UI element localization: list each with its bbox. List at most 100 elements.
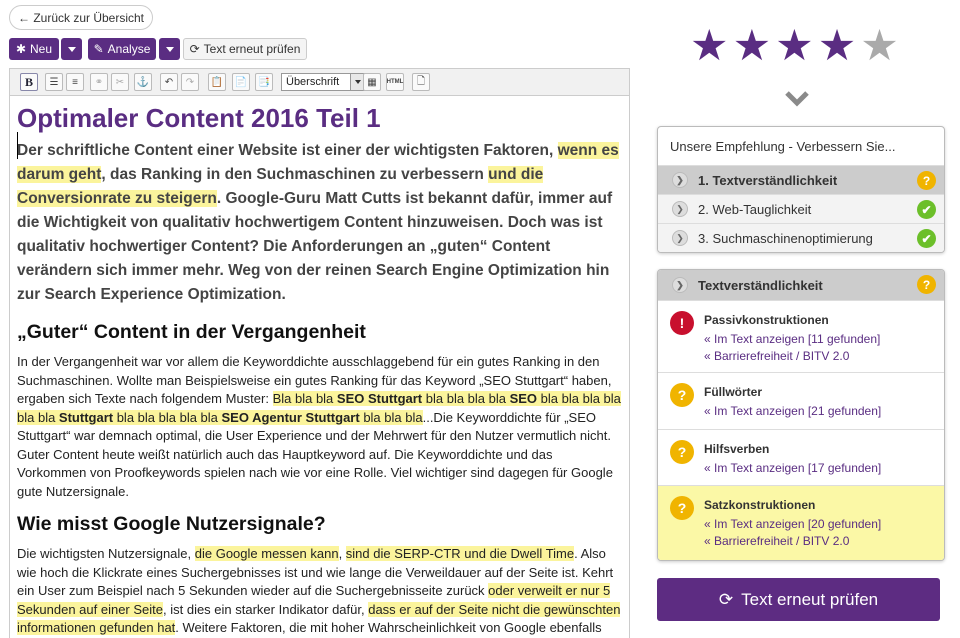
chevron-right-icon: ❯ — [672, 230, 688, 246]
star-icon: ★ — [690, 22, 729, 70]
recommendation-item-seo[interactable]: ❯ 3. Suchmaschinenoptimierung ✔ — [658, 223, 944, 252]
refresh-icon: ⟳ — [189, 42, 200, 56]
chevron-right-icon: ❯ — [672, 172, 688, 188]
undo-icon[interactable]: ↶ — [160, 73, 178, 91]
new-document-icon[interactable]: 🗋 — [412, 73, 430, 91]
check-icon: ✔ — [917, 229, 936, 248]
check-icon: ✔ — [917, 200, 936, 219]
recommendation-item-readability[interactable]: ❯ 1. Textverständlichkeit? — [658, 165, 944, 194]
recommendation-item-label: 2. Web-Tauglichkeit — [698, 201, 812, 217]
issue-passive: ! Passivkonstruktionen « Im Text anzeigen … — [658, 300, 944, 372]
question-icon: ? — [670, 383, 694, 407]
details-header[interactable]: ❯ Textverständlichkeit? — [658, 270, 944, 300]
article-title: Optimaler Content 2016 Teil 1 — [17, 103, 381, 133]
link-icon[interactable]: ⚭ — [90, 73, 108, 91]
issue-title: Passivkonstruktionen — [704, 313, 829, 327]
section-heading-past: „Guter“ Content in der Vergangenheit — [17, 321, 366, 343]
issue-title: Satzkonstruktionen — [704, 498, 816, 512]
recheck-text-cta-button[interactable]: ⟳ Text erneut prüfen — [657, 578, 940, 621]
show-in-text-link[interactable]: « Im Text anzeigen [17 gefunden] — [704, 460, 944, 477]
numbered-list-icon[interactable]: ≡ — [66, 73, 84, 91]
text-editor[interactable]: B ☰ ≡ ⚭ ✂ ⚓ ↶ ↷ 📋 📄 📑 Überschrift ▦ HTML… — [9, 68, 630, 638]
magic-wand-icon: ✎ — [93, 42, 104, 56]
question-icon: ? — [917, 171, 936, 190]
unlink-icon[interactable]: ✂ — [111, 73, 129, 91]
table-icon[interactable]: ▦ — [363, 73, 381, 91]
bullet-list-icon[interactable]: ☰ — [45, 73, 63, 91]
recheck-text-button[interactable]: ⟳ Text erneut prüfen — [183, 38, 307, 60]
paste-text-icon[interactable]: 📄 — [232, 73, 250, 91]
text: bla bla bla bla — [422, 391, 510, 406]
analyse-button-label: Analyse — [107, 42, 151, 56]
chevron-down-icon: ❯ — [672, 277, 688, 293]
bold-button[interactable]: B — [20, 73, 38, 91]
chevron-down-icon — [350, 74, 364, 90]
issue-title: Füllwörter — [704, 385, 763, 399]
question-icon: ? — [670, 440, 694, 464]
refresh-icon: ⟳ — [718, 589, 734, 609]
section-heading-signals: Wie misst Google Nutzersignale? — [17, 513, 326, 535]
recommendation-title: Unsere Empfehlung - Verbessern Sie... — [670, 138, 896, 154]
body-text: , — [338, 546, 346, 561]
text: bla bla bla bla bla — [113, 409, 222, 425]
text: Bla bla bla — [272, 391, 337, 406]
question-icon: ? — [670, 496, 694, 520]
analyse-button[interactable]: ✎ Analyse — [88, 38, 156, 60]
asterisk-icon: ✱ — [15, 42, 27, 56]
keyword: SEO Agentur Stuttgart — [221, 409, 360, 425]
star-icon: ★ — [775, 22, 814, 70]
paragraph-past: In der Vergangenheit war vor allem die K… — [17, 353, 622, 501]
new-button[interactable]: ✱ Neu — [9, 38, 59, 60]
recommendation-item-label: 1. Textverständlichkeit — [698, 172, 838, 188]
body-text: Die wichtigsten Nutzersignale, — [17, 546, 195, 561]
editor-content[interactable]: Optimaler Content 2016 Teil 1 Der schrif… — [10, 96, 629, 638]
issue-title: Hilfsverben — [704, 442, 770, 456]
redo-icon[interactable]: ↷ — [181, 73, 199, 91]
error-icon: ! — [670, 311, 694, 335]
recommendation-item-web[interactable]: ❯ 2. Web-Tauglichkeit ✔ — [658, 194, 944, 223]
article-lead: Der schriftliche Content einer Website i… — [17, 139, 622, 307]
issue-fillers: ? Füllwörter « Im Text anzeigen [21 gefund… — [658, 372, 944, 429]
caret-down-icon — [67, 46, 76, 52]
html-source-button[interactable]: HTML — [386, 73, 404, 91]
lead-text: Der schriftliche Content einer Website i… — [17, 142, 558, 159]
format-select-value: Überschrift — [286, 76, 340, 88]
star-icon: ★ — [860, 22, 899, 70]
readability-details-panel: ❯ Textverständlichkeit? ! Passivkonstrukti… — [657, 269, 945, 561]
accessibility-link[interactable]: « Barrierefreiheit / BITV 2.0 — [704, 348, 944, 365]
editor-toolbar: B ☰ ≡ ⚭ ✂ ⚓ ↶ ↷ 📋 📄 📑 Überschrift ▦ HTML… — [10, 69, 629, 96]
back-link-label: ← Zurück zur Übersicht — [17, 10, 145, 25]
keyword: SEO Stuttgart — [336, 391, 423, 406]
star-icon: ★ — [817, 22, 857, 70]
show-in-text-link[interactable]: « Im Text anzeigen [20 gefunden] — [704, 516, 944, 533]
recheck-button-label: Text erneut prüfen — [203, 42, 301, 56]
paragraph-signals: Die wichtigsten Nutzersignale, die Googl… — [17, 545, 622, 638]
recommendation-item-label: 3. Suchmaschinenoptimierung — [698, 230, 873, 246]
details-title: Textverständlichkeit — [698, 277, 823, 293]
chevron-right-icon: ❯ — [672, 201, 688, 217]
accessibility-link[interactable]: « Barrierefreiheit / BITV 2.0 — [704, 533, 944, 550]
show-in-text-link[interactable]: « Im Text anzeigen [21 gefunden] — [704, 403, 944, 420]
body-text: , ist dies ein starker Indikator dafür, — [163, 601, 369, 617]
anchor-icon[interactable]: ⚓ — [134, 73, 152, 91]
caret-down-icon — [165, 46, 174, 52]
show-in-text-link[interactable]: « Im Text anzeigen [11 gefunden] — [704, 331, 944, 348]
highlight[interactable]: sind die SERP-CTR und die Dwell Time — [345, 546, 575, 561]
new-button-label: Neu — [30, 42, 53, 56]
paste-icon[interactable]: 📋 — [208, 73, 226, 91]
star-rating: ★ ★ ★ ★ ★ — [690, 22, 899, 70]
text-cursor — [17, 132, 18, 159]
new-dropdown-button[interactable] — [61, 38, 82, 60]
star-icon: ★ — [732, 22, 772, 70]
keyword: Stuttgart — [58, 409, 114, 425]
cta-label: Text erneut prüfen — [741, 589, 879, 609]
chevron-down-icon[interactable] — [784, 85, 810, 111]
issue-sentences: ? Satzkonstruktionen « Im Text anzeigen [2… — [658, 485, 944, 560]
back-to-overview-link[interactable]: ← Zurück zur Übersicht — [9, 5, 153, 30]
issue-auxiliary: ? Hilfsverben « Im Text anzeigen [17 gefun… — [658, 429, 944, 485]
text: bla bla bla — [359, 409, 423, 425]
highlight[interactable]: die Google messen kann — [194, 546, 339, 561]
paste-word-icon[interactable]: 📑 — [255, 73, 273, 91]
analyse-dropdown-button[interactable] — [159, 38, 180, 60]
format-select[interactable]: Überschrift — [281, 73, 365, 91]
